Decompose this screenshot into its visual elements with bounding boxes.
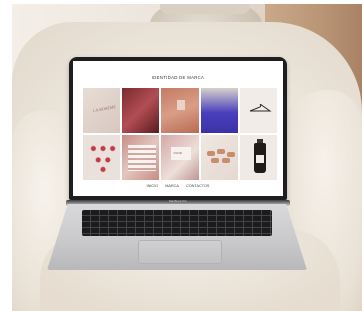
laptop-screen: IDENTIDAD DE MARCA LA BOHEME NOIR INICIO… <box>69 57 287 200</box>
laptop-model-label: MacBook Pro <box>168 199 187 203</box>
grid-tile[interactable] <box>83 135 121 180</box>
fabric-rows <box>128 145 157 171</box>
grid-tile[interactable] <box>200 135 238 180</box>
bottle-label <box>255 155 264 163</box>
nav-link-marca[interactable]: MARCA <box>165 184 179 188</box>
grid-tile[interactable] <box>122 88 160 133</box>
laptop-keyboard[interactable] <box>82 210 272 236</box>
left-margin <box>0 0 12 311</box>
grid-tile[interactable] <box>161 88 199 133</box>
grid-tile[interactable] <box>122 135 160 180</box>
cookie <box>216 149 225 154</box>
nav-link-inicio[interactable]: INICIO <box>147 184 159 188</box>
image-grid: LA BOHEME NOIR <box>83 88 277 180</box>
cookie <box>226 152 235 157</box>
tile-brand-text: LA BOHEME <box>92 104 117 113</box>
cookie <box>210 158 219 163</box>
grid-tile[interactable] <box>239 88 277 133</box>
top-margin <box>0 0 362 4</box>
hearts-pattern <box>87 139 119 177</box>
cookie <box>206 151 215 156</box>
grid-tile[interactable]: NOIR <box>161 135 199 180</box>
site-title: IDENTIDAD DE MARCA <box>151 75 205 80</box>
hanger-icon <box>249 104 272 112</box>
clothing-tag <box>177 100 186 110</box>
cookie <box>221 158 230 163</box>
nav-link-contactos[interactable]: CONTACTOS <box>186 184 210 188</box>
website-display: IDENTIDAD DE MARCA LA BOHEME NOIR INICIO… <box>73 61 283 196</box>
box-brand-text: NOIR <box>173 151 182 155</box>
grid-tile[interactable]: LA BOHEME <box>83 88 121 133</box>
site-nav: INICIO MARCA CONTACTOS <box>73 184 283 188</box>
grid-tile[interactable] <box>239 135 277 180</box>
grid-tile[interactable] <box>200 88 238 133</box>
photo-scene: IDENTIDAD DE MARCA LA BOHEME NOIR INICIO… <box>0 0 362 311</box>
laptop-trackpad[interactable] <box>138 240 222 264</box>
